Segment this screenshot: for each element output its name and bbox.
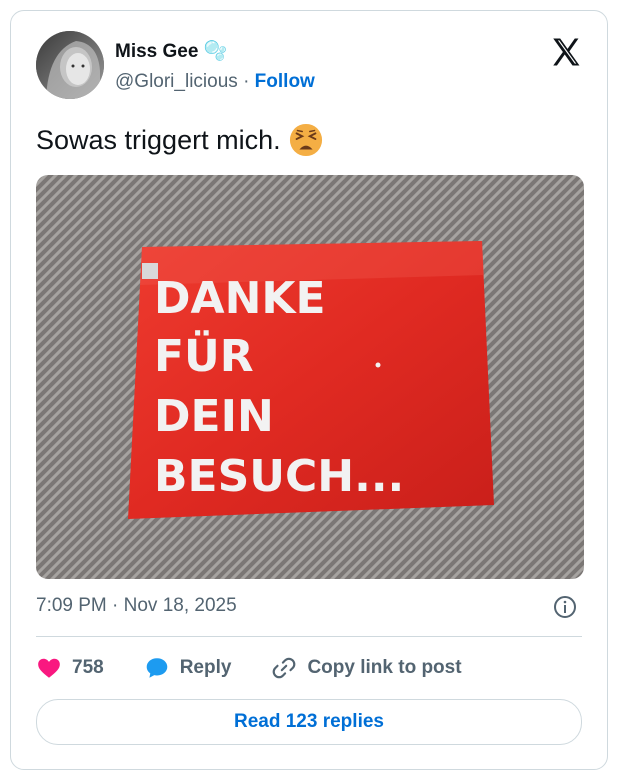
copy-link-label: Copy link to post [307,657,462,678]
reply-label: Reply [179,657,232,678]
heart-icon [38,658,60,678]
packet-line-4: BESUCH... [154,451,404,502]
author-name[interactable]: Miss Gee 🫧 [115,39,227,63]
author-handle-line: @Glori_licious · Follow [115,71,315,93]
reply-button[interactable]: Reply [144,655,232,681]
copy-link-button[interactable]: Copy link to post [271,655,462,681]
info-icon[interactable] [553,595,577,619]
author-handle[interactable]: @Glori_licious [115,71,238,92]
x-logo-icon[interactable] [549,35,583,69]
avatar-image [36,31,104,99]
photo-sauce-packet: DANKE FÜR DEIN BESUCH... [36,175,584,579]
like-button[interactable]: 758 [36,655,104,681]
tired-face-emoji-icon [289,123,322,157]
read-replies-button[interactable]: Read 123 replies [36,699,582,745]
tweet-card: Miss Gee 🫧 @Glori_licious · Follow Sowas… [10,10,608,770]
separator: · [243,71,250,92]
timestamp[interactable]: 7:09 PM · Nov 18, 2025 [36,595,237,617]
packet-line-1: DANKE [154,273,326,324]
tweet-image[interactable]: DANKE FÜR DEIN BESUCH... [36,175,584,579]
avatar[interactable] [36,31,104,99]
packet-line-2: FÜR [154,329,254,382]
packet-line-3: DEIN [154,391,274,442]
reply-bubble-icon [146,658,167,678]
action-bar: 758 Reply Copy link to post [36,653,502,683]
like-count: 758 [72,657,104,678]
divider [36,636,582,637]
tweet-text: Sowas triggert mich. [36,124,281,155]
tweet-text-row: Sowas triggert mich. [36,123,323,157]
link-icon [273,657,296,679]
follow-button[interactable]: Follow [255,71,315,92]
